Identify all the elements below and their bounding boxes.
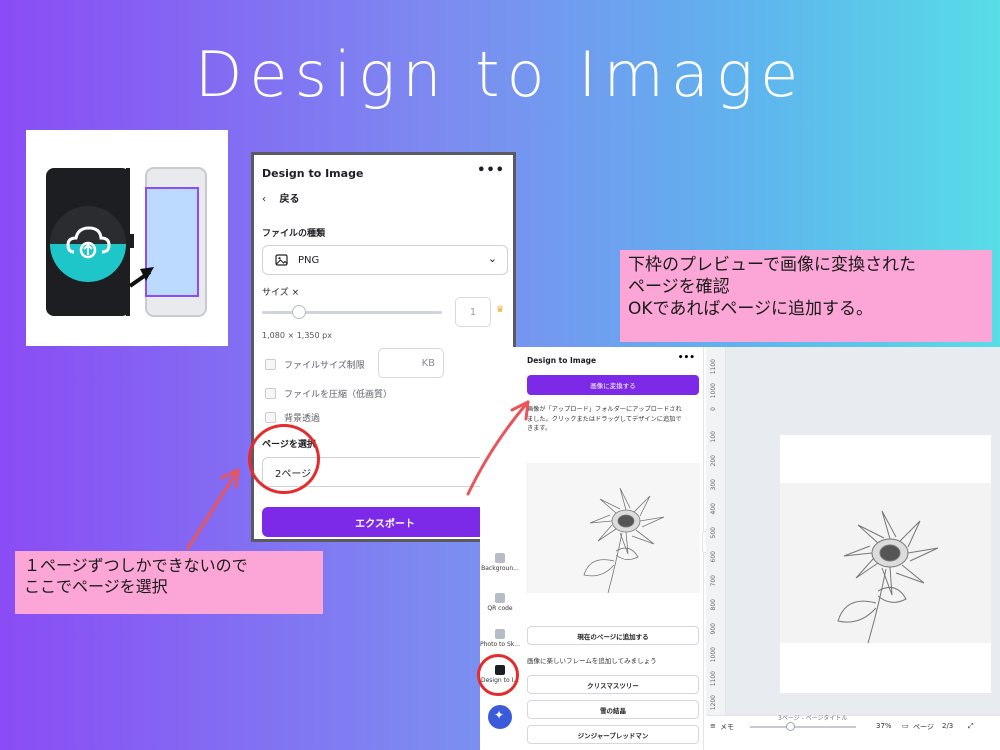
arrow-line [186,468,240,550]
annotation-arrows [186,400,530,550]
arrow-line [466,400,530,496]
